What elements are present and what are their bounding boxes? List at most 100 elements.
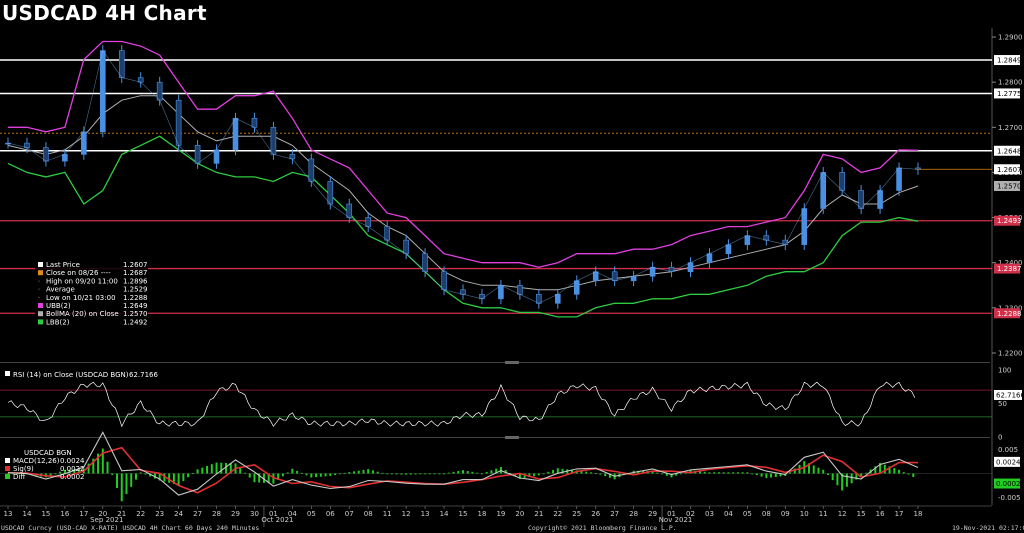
legend-row-value: 1.2288 [123,294,148,302]
macd-diff-bar [661,473,664,475]
legend-row-label: Last Price [46,261,80,269]
macd-diff-bar [281,473,284,477]
x-tick-label: 16 [876,510,885,518]
macd-diff-bar [850,473,853,484]
x-tick-label: 14 [440,510,449,518]
x-tick-label: 27 [610,510,619,518]
candle-body [62,154,68,162]
legend-row-label: Average [46,286,75,294]
x-tick-label: 11 [383,510,392,518]
macd-diff-bar [286,472,289,474]
macd-diff-bar [338,473,341,475]
macd-diff-bar [438,473,441,475]
legend-row-value: 1.2492 [123,318,148,326]
macd-diff-bar [300,473,303,474]
macd-diff-bar [452,471,455,474]
macd-diff-bar [741,472,744,474]
macd-tag-label: 0.0024 [996,458,1021,466]
macd-diff-bar [386,473,389,475]
x-tick-label: 26 [591,510,600,518]
price-panel-bottom-border [0,362,990,363]
macd-diff-bar [315,473,318,478]
macd-diff-bar [324,473,327,477]
x-tick-label: 27 [193,510,202,518]
macd-diff-bar [362,469,365,474]
x-tick-label: 20 [515,510,524,518]
legend-row-value: 1.2649 [123,302,148,310]
rsi-legend: RSI (14) on Close (USDCAD BGN) 62.7166 [5,371,158,379]
x-tick-label: 17 [79,510,88,518]
price-tick-label: 1.2200 [998,349,1023,357]
macd-diff-bar [789,472,792,474]
macd-diff-bar [443,473,446,475]
candle-body [858,190,864,209]
candle-body [498,284,504,300]
macd-diff-bar [898,469,901,474]
macd-line [7,431,919,496]
macd-diff-bar [864,472,867,474]
macd-diff-bar [713,472,716,474]
price-tag-label: 1.2849 [997,57,1022,65]
macd-diff-bar [54,473,57,475]
macd-diff-bar [774,473,777,477]
macd-diff-bar [348,472,351,474]
macd-diff-bar [220,462,223,474]
macd-diff-bar [248,473,251,478]
rsi-tick-label: 0 [998,434,1002,442]
candle-body [839,172,845,191]
candle-body [649,266,656,277]
x-tick-label: 22 [553,510,562,518]
rsi-tag-label: 62.7166 [996,391,1024,399]
macd-diff-bar [656,472,659,474]
rsi-swatch [5,371,10,376]
macd-diff-bar [457,471,460,474]
x-tick-label: 28 [629,510,638,518]
macd-legend-value: 0.0024 [60,457,85,465]
macd-diff-bar [447,472,450,474]
macd-diff-bar [462,470,464,474]
macd-diff-bar [533,473,536,477]
candle-body [611,271,618,282]
x-tick-label: 18 [477,510,486,518]
price-tick-label: 1.2700 [998,124,1023,132]
x-tick-label: 09 [781,510,790,518]
price-tag-label: 1.2288 [997,310,1022,318]
legend-swatch [38,303,43,308]
rsi-value: 62.7166 [129,371,158,379]
macd-diff-bar [253,473,256,483]
macd-diff-bar [329,473,332,476]
macd-diff-bar [334,473,337,475]
macd-diff-bar [343,473,346,474]
macd-diff-bar [130,473,133,487]
x-tick-label: 25 [572,510,581,518]
macd-diff-bar [419,473,422,475]
macd-diff-bar [732,472,735,474]
x-tick-label: 29 [648,510,657,518]
macd-tick-label: 0.005 [998,446,1018,454]
macd-diff-bar [703,471,706,474]
macd-diff-bar [831,473,834,481]
macd-diff-bar [305,473,308,476]
macd-diff-bar [746,472,749,474]
x-tick-label: 30 [250,510,259,518]
legend-row-value: 1.2570 [123,310,148,318]
candle-body [365,217,372,227]
macd-diff-bar [177,473,180,486]
price-tag-label: 1.2648 [997,147,1022,155]
macd-diff-bar [414,473,417,475]
macd-diff-bar [191,473,194,475]
macd-diff-bar [836,473,839,486]
rsi-panel [0,381,992,428]
macd-diff-bar [883,464,886,474]
x-tick-label: 16 [60,510,69,518]
macd-diff-bar [225,462,228,474]
macd-diff-bar [760,473,763,477]
macd-diff-bar [912,473,915,477]
price-panel-resize-handle[interactable] [505,361,519,364]
macd-diff-bar [552,470,555,474]
macd-diff-bar [125,473,128,495]
price-legend: Last Price 1.2607 Close on 08/26 ---- 1.268… [35,259,148,334]
rsi-panel-resize-handle[interactable] [505,436,519,439]
macd-panel [0,431,992,502]
macd-diff-bar [139,472,142,474]
